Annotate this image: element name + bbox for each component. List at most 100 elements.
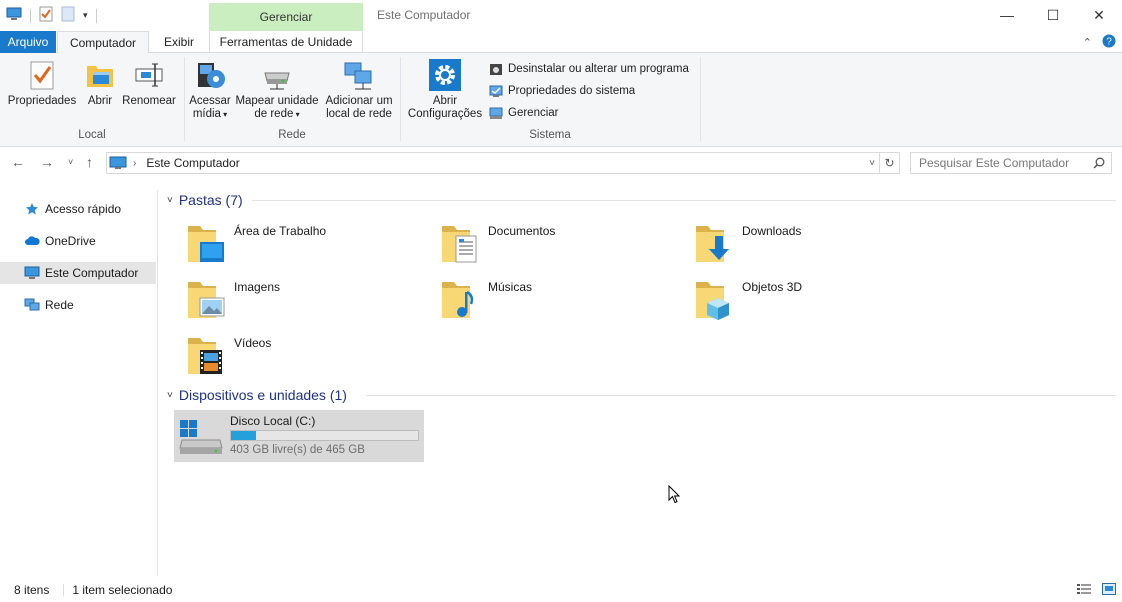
rename-icon — [133, 59, 165, 91]
downloads-folder-icon — [694, 222, 736, 268]
section-title: Dispositivos e unidades (1) — [178, 387, 347, 403]
renomear-label: Renomear — [122, 95, 176, 107]
documents-folder-icon — [440, 222, 482, 268]
search-box[interactable] — [910, 152, 1112, 174]
adicionar-label-1: Adicionar um — [325, 95, 393, 107]
svg-text:?: ? — [1106, 37, 1112, 48]
new-folder-qa-icon[interactable] — [61, 6, 75, 25]
tab-ferramentas-de-unidade[interactable]: Ferramentas de Unidade — [209, 31, 363, 53]
uninstall-program-icon — [489, 62, 503, 76]
item-count: 8 itens — [14, 583, 50, 597]
adicionar-local-de-rede-button[interactable]: Adicionar um local de rede — [323, 59, 395, 121]
gerenciar-label: Gerenciar — [508, 107, 559, 119]
sidebar-item-onedrive[interactable]: OneDrive — [0, 230, 156, 252]
acessar-midia-button[interactable]: Acessar mídia ▾ — [189, 59, 231, 121]
sidebar-item-label: Acesso rápido — [45, 202, 122, 216]
folder-name: Objetos 3D — [742, 280, 803, 294]
status-bar: 8 itens 1 item selecionado — [0, 578, 1122, 602]
folder-name: Área de Trabalho — [234, 224, 327, 238]
title-bar: ▾ Gerenciar Este Computador — ☐ ✕ — [0, 0, 1122, 31]
chevron-down-icon: ˅ — [167, 389, 173, 401]
acessar-midia-label-2: mídia — [192, 108, 221, 120]
address-dropdown-icon[interactable]: ˅ — [869, 158, 875, 169]
drive-name: Disco Local (C:) — [230, 414, 316, 428]
videos-folder-icon — [186, 334, 228, 380]
sidebar-item-acesso-rapido[interactable]: Acesso rápido — [0, 198, 156, 220]
search-input[interactable] — [919, 156, 1089, 170]
propriedades-button[interactable]: Propriedades — [6, 59, 78, 108]
refresh-icon: ↻ — [884, 156, 895, 170]
computer-icon[interactable] — [6, 7, 22, 24]
recent-locations-dropdown-icon[interactable]: ˅ — [68, 157, 73, 167]
properties-qa-icon[interactable] — [39, 6, 53, 25]
hard-drive-icon — [178, 418, 224, 459]
maximize-button[interactable]: ☐ — [1030, 0, 1076, 30]
sidebar-item-rede[interactable]: Rede — [0, 294, 156, 316]
help-icon[interactable]: ? — [1102, 34, 1116, 51]
tab-arquivo[interactable]: Arquivo — [0, 31, 56, 53]
abrir-config-label-2: Configurações — [407, 108, 483, 120]
drive-disco-local-c[interactable]: Disco Local (C:) 403 GB livre(s) de 465 … — [174, 410, 424, 462]
mapear-label-1: Mapear unidade — [235, 95, 319, 107]
mapear-unidade-button[interactable]: Mapear unidade de rede ▾ — [233, 59, 321, 121]
close-button[interactable]: ✕ — [1076, 0, 1122, 30]
mapear-label-2: de rede — [254, 108, 294, 120]
folder-name: Documentos — [488, 224, 556, 238]
section-header-dispositivos[interactable]: ˅ Dispositivos e unidades (1) — [167, 387, 347, 403]
folder-downloads[interactable]: Downloads — [680, 220, 920, 270]
folder-imagens[interactable]: Imagens — [172, 276, 412, 326]
renomear-button[interactable]: Renomear — [121, 59, 177, 108]
refresh-button[interactable]: ↻ — [880, 152, 900, 174]
window-title: Este Computador — [377, 8, 471, 22]
breadcrumb-este-computador[interactable]: Este Computador — [146, 156, 239, 170]
desinstalar-programa-button[interactable]: Desinstalar ou alterar um programa — [489, 62, 689, 76]
folder-videos[interactable]: Vídeos — [172, 332, 412, 382]
desktop-folder-icon — [186, 222, 228, 268]
section-divider — [366, 395, 1116, 396]
adicionar-label-2: local de rede — [326, 108, 392, 120]
settings-gear-icon — [429, 59, 461, 91]
cloud-icon — [24, 233, 40, 249]
abrir-button[interactable]: Abrir — [82, 59, 118, 108]
network-icon — [24, 297, 40, 313]
folder-area-de-trabalho[interactable]: Área de Trabalho — [172, 220, 412, 270]
sidebar-item-este-computador[interactable]: Este Computador — [0, 262, 156, 284]
search-icon[interactable] — [1093, 157, 1105, 169]
propriedades-sistema-label: Propriedades do sistema — [508, 85, 636, 97]
abrir-configuracoes-button[interactable]: Abrir Configurações — [406, 59, 484, 121]
large-icons-view-icon[interactable] — [1102, 583, 1116, 598]
details-view-icon[interactable] — [1076, 583, 1092, 598]
sidebar-item-label: Este Computador — [45, 266, 139, 280]
folder-musicas[interactable]: Músicas — [426, 276, 666, 326]
propriedades-label: Propriedades — [7, 95, 77, 107]
ribbon-right-controls: ⌃ ? — [1083, 34, 1116, 51]
folder-objetos-3d[interactable]: Objetos 3D — [680, 276, 920, 326]
up-arrow-icon[interactable]: ↑ — [86, 154, 93, 170]
map-network-drive-icon — [261, 59, 293, 91]
folder-name: Músicas — [488, 280, 533, 294]
context-tab-header: Gerenciar — [209, 3, 363, 31]
breadcrumb-chevron-icon[interactable]: › — [133, 158, 136, 169]
dropdown-arrow-icon: ▾ — [293, 110, 300, 119]
gerenciar-button[interactable]: Gerenciar — [489, 106, 559, 120]
minimize-button[interactable]: — — [984, 0, 1030, 30]
address-bar[interactable]: › Este Computador ˅ — [106, 152, 880, 174]
propriedades-do-sistema-button[interactable]: Propriedades do sistema — [489, 84, 635, 98]
tab-computador[interactable]: Computador — [57, 31, 149, 54]
star-icon — [24, 201, 40, 217]
forward-arrow-icon[interactable]: → — [40, 154, 54, 170]
open-folder-icon — [84, 59, 116, 91]
section-header-pastas[interactable]: ˅ Pastas (7) — [167, 192, 243, 208]
abrir-config-label-1: Abrir — [432, 95, 458, 107]
section-divider — [252, 200, 1116, 201]
drive-free-space: 403 GB livre(s) de 465 GB — [230, 444, 365, 456]
customize-qa-dropdown-icon[interactable]: ▾ — [83, 10, 88, 21]
folder-documentos[interactable]: Documentos — [426, 220, 666, 270]
collapse-ribbon-icon[interactable]: ⌃ — [1083, 36, 1092, 49]
tab-exibir[interactable]: Exibir — [151, 31, 207, 53]
folder-name: Imagens — [234, 280, 281, 294]
back-arrow-icon[interactable]: ← — [11, 154, 25, 170]
chevron-down-icon: ˅ — [167, 194, 173, 206]
window-controls: — ☐ ✕ — [984, 0, 1122, 30]
manage-computer-icon — [489, 106, 503, 120]
